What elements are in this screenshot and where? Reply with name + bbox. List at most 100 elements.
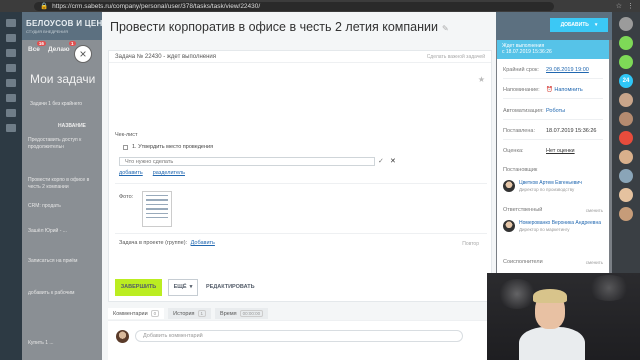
list-item[interactable]: Купить 1 ... <box>28 340 100 347</box>
avatar[interactable] <box>619 93 633 107</box>
comment-input[interactable]: Добавить комментарий <box>135 330 463 342</box>
automation-label: Автоматизация: <box>503 108 544 114</box>
checklist-title: Чек-лист <box>115 132 138 138</box>
photo-label: Фото: <box>119 194 134 200</box>
reminder-value[interactable]: ⏰ Напомнить <box>546 87 583 93</box>
tab-doing[interactable]: Делаю 1 <box>48 41 76 53</box>
list-item[interactable]: Провести корпо в офисе в честь 2 компани… <box>28 177 100 191</box>
list-item[interactable]: добавить к рабочим <box>28 290 100 297</box>
close-icon[interactable]: × <box>74 45 92 63</box>
divider <box>503 119 603 120</box>
automation-value[interactable]: Роботы <box>546 108 565 114</box>
checklist-item[interactable]: 1. Утвердить место проведения <box>123 144 213 150</box>
lock-icon[interactable] <box>619 55 633 69</box>
task-card: Задача № 22430 - ждет выполнения Сделать… <box>108 50 492 302</box>
avatar[interactable] <box>619 150 633 164</box>
list-item[interactable]: Зашёл Юрий - ... <box>28 228 100 235</box>
avatar[interactable] <box>619 131 633 145</box>
avatar[interactable] <box>619 207 633 221</box>
add-button[interactable]: ДОБАВИТЬ ▾ <box>550 18 608 32</box>
task-panel: Провести корпоратив в офисе в честь 2 ле… <box>102 12 496 360</box>
reminder-label: Напоминание: <box>503 87 540 93</box>
rail-icon[interactable] <box>6 64 16 72</box>
tab-history[interactable]: История 1 <box>168 308 212 319</box>
change-coexecutors-link[interactable]: сменить <box>586 260 603 265</box>
avatar[interactable] <box>619 188 633 202</box>
project-row: Задача в проекте (группе): Добавить <box>119 240 215 246</box>
complete-button[interactable]: ЗАВЕРШИТЬ <box>115 278 162 296</box>
add-project-link[interactable]: Добавить <box>191 240 215 246</box>
card-header: Задача № 22430 - ждет выполнения Сделать… <box>109 51 491 63</box>
creator-label: Постановщик <box>503 167 538 173</box>
tab-all[interactable]: Все 16 <box>28 41 46 53</box>
created-label: Поставлена: <box>503 128 535 134</box>
creator-job: Директор по производству <box>519 186 575 192</box>
list-item[interactable]: CRM: продать <box>28 203 100 210</box>
company-subtitle: СТУДИЯ ВНЕДРЕНИЯ <box>26 29 69 34</box>
repeat-label[interactable]: Повтор <box>462 241 479 247</box>
avatar <box>503 180 515 192</box>
avatar[interactable] <box>619 169 633 183</box>
task-id: Задача № 22430 - ждет выполнения <box>115 54 217 60</box>
divider <box>115 183 487 184</box>
rail-icon[interactable] <box>6 109 16 117</box>
avatar[interactable] <box>619 112 633 126</box>
rail-icon[interactable] <box>6 34 16 42</box>
rating-label: Оценка: <box>503 148 524 154</box>
confirm-icon[interactable]: ✓ <box>378 157 384 165</box>
webcam-overlay <box>487 273 640 360</box>
deadline-value[interactable]: 29.08.2019 19:00 <box>546 67 589 73</box>
rail-icon[interactable] <box>6 94 16 102</box>
chevron-down-icon: ▾ <box>594 22 598 28</box>
add-item-link[interactable]: добавить <box>119 170 143 176</box>
chevron-down-icon: ▾ <box>189 284 193 290</box>
checklist-input[interactable] <box>119 157 375 166</box>
url-text: https://crm.sabets.ru/company/personal/u… <box>52 2 261 10</box>
responsible-name[interactable]: Номерованко Вероника Андреевна <box>519 220 601 227</box>
background-content <box>22 40 102 360</box>
checkbox[interactable] <box>123 144 128 150</box>
responsible-label: Ответственный <box>503 207 543 213</box>
column-header: НАЗВАНИЕ <box>58 123 86 129</box>
task-counters: Задачи 1 без крайнего <box>30 101 83 107</box>
list-item[interactable]: Записаться на приём <box>28 258 100 265</box>
address-bar[interactable]: 🔒 https://crm.sabets.ru/company/personal… <box>34 1 554 11</box>
creator[interactable]: Цветков Артем Евгеньевич Директор по про… <box>503 180 582 192</box>
deadline-label: Крайний срок: <box>503 67 539 73</box>
star-icon[interactable]: ☆ <box>616 2 622 10</box>
coexecutors-label: Соисполнители <box>503 259 543 265</box>
browser-bar: 🔒 https://crm.sabets.ru/company/personal… <box>0 0 640 12</box>
task-actions: ЗАВЕРШИТЬ ЕЩЁ ▾ РЕДАКТИРОВАТЬ <box>115 277 255 297</box>
edit-icon[interactable]: ✎ <box>442 24 449 33</box>
tab-time[interactable]: Время 00:00:00 <box>215 308 269 319</box>
panel-header: Провести корпоратив в офисе в честь 2 ле… <box>102 12 496 40</box>
avatar <box>116 330 129 343</box>
avatar[interactable] <box>619 17 633 31</box>
creator-name[interactable]: Цветков Артем Евгеньевич <box>519 180 582 187</box>
rating-value[interactable]: Нет оценки <box>546 148 575 154</box>
list-item[interactable]: Предоставить доступ к продолжительн <box>28 137 100 151</box>
edit-button[interactable]: РЕДАКТИРОВАТЬ <box>206 284 255 290</box>
notification-badge[interactable]: 24 <box>619 74 633 88</box>
divider <box>503 98 603 99</box>
more-label: ЕЩЁ <box>173 284 187 290</box>
divider <box>503 78 603 79</box>
add-separator-link[interactable]: разделитель <box>153 170 185 176</box>
tab-comments[interactable]: Комментарии 0 <box>108 308 165 319</box>
make-important-link[interactable]: Сделать важной задачей <box>427 54 485 60</box>
background-tabs: Все 16 Делаю 1 <box>28 41 76 53</box>
responsible[interactable]: Номерованко Вероника Андреевна Директор … <box>503 220 601 232</box>
rail-icon[interactable] <box>6 49 16 57</box>
page-title: Мои задачи <box>30 72 96 86</box>
more-button[interactable]: ЕЩЁ ▾ <box>168 278 198 296</box>
rail-icon[interactable] <box>6 124 16 132</box>
change-responsible-link[interactable]: сменить <box>586 208 603 213</box>
cancel-icon[interactable]: ✕ <box>390 157 396 165</box>
favorite-star-icon[interactable]: ★ <box>478 75 485 84</box>
rail-icon[interactable] <box>6 79 16 87</box>
photo-thumbnail[interactable] <box>142 191 172 227</box>
rail-icon[interactable] <box>6 19 16 27</box>
chat-icon[interactable] <box>619 36 633 50</box>
divider <box>503 139 603 140</box>
menu-icon[interactable]: ⋮ <box>627 2 634 10</box>
